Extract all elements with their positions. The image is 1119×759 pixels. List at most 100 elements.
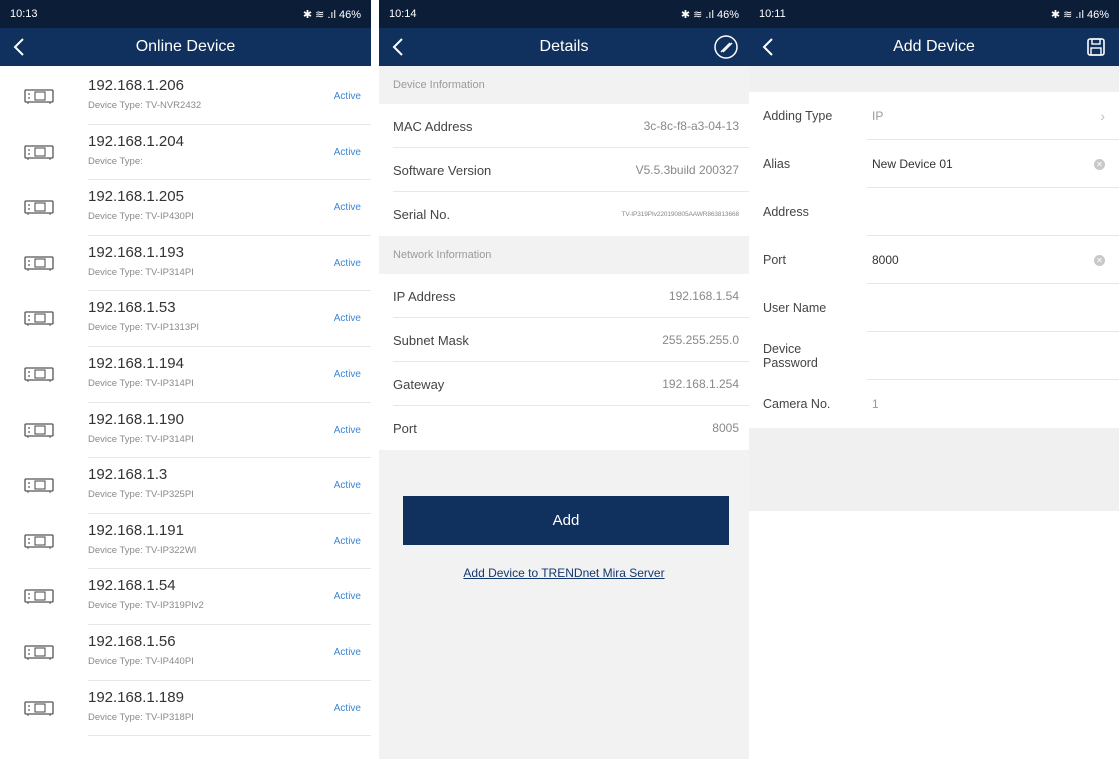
status-bar: 10:13 ✱ ≋ .ıl 46% <box>0 0 371 28</box>
device-list-item[interactable]: 192.168.1.190 Device Type: TV-IP314PI Acti… <box>0 403 371 459</box>
camera-no-row: Camera No. 1 <box>749 380 1119 428</box>
status-indicators: ✱ ≋ .ıl 46% <box>1050 8 1109 21</box>
nav-bar: Details <box>379 28 749 66</box>
page-title: Online Device <box>135 38 236 55</box>
nvr-device-icon <box>24 200 54 216</box>
info-value: 192.168.1.54 <box>668 289 739 303</box>
status-time: 10:14 <box>389 8 417 20</box>
status-badge: Active <box>333 313 361 325</box>
edit-icon[interactable] <box>713 34 739 60</box>
info-value: V5.5.3build 200327 <box>635 163 739 177</box>
info-row: MAC Address 3c-8c-f8-a3-04-13 <box>379 104 749 148</box>
device-list-item[interactable]: 192.168.1.56 Device Type: TV-IP440PI Activ… <box>0 625 371 681</box>
user-name-row: User Name <box>749 284 1119 332</box>
network-info-header: Network Information <box>393 249 492 261</box>
page-title: Details <box>539 38 589 55</box>
back-arrow-icon[interactable] <box>8 34 32 60</box>
status-badge: Active <box>333 202 361 214</box>
info-row: Port 8005 <box>379 406 749 450</box>
device-list-item[interactable]: 192.168.1.194 Device Type: TV-IP314PI Acti… <box>0 347 371 403</box>
device-list-item[interactable]: 192.168.1.206 Device Type: TV-NVR2432 Acti… <box>0 69 371 125</box>
device-type: Device Type: TV-IP322WI <box>88 544 197 556</box>
address-row: Address <box>749 188 1119 236</box>
device-info-list: MAC Address 3c-8c-f8-a3-04-13 Software Ver… <box>379 104 749 236</box>
adding-type-label: Adding Type <box>763 109 833 123</box>
device-ip: 192.168.1.206 <box>88 77 184 94</box>
status-badge: Active <box>333 146 361 158</box>
nvr-device-icon <box>24 367 54 382</box>
port-input[interactable]: 8000 <box>872 253 899 267</box>
nvr-device-icon <box>24 89 54 104</box>
device-list: 192.168.1.206 Device Type: TV-NVR2432 Acti… <box>0 66 371 737</box>
back-arrow-icon[interactable] <box>757 34 781 60</box>
info-row: IP Address 192.168.1.54 <box>379 274 749 318</box>
info-value: 192.168.1.254 <box>662 377 739 391</box>
info-key: Subnet Mask <box>393 332 469 348</box>
device-ip: 192.168.1.204 <box>88 132 184 150</box>
device-type: Device Type: TV-IP318PI <box>88 711 194 723</box>
add-to-mira-server-link[interactable]: Add Device to TRENDnet Mira Server <box>379 566 749 580</box>
info-row: Software Version V5.5.3build 200327 <box>379 148 749 192</box>
status-badge: Active <box>333 480 361 492</box>
nav-bar: Add Device <box>749 28 1119 66</box>
camera-no-input[interactable]: 1 <box>872 397 879 411</box>
clear-icon[interactable]: ✕ <box>1094 254 1105 266</box>
status-badge: Active <box>333 646 361 658</box>
device-list-item[interactable]: 192.168.1.204 Device Type: Active <box>0 125 371 181</box>
device-type: Device Type: TV-IP314PI <box>88 433 194 445</box>
nvr-device-icon <box>24 645 54 660</box>
device-type: Device Type: <box>88 155 143 167</box>
nvr-device-icon <box>24 144 54 160</box>
info-value: TV-IP319PIv220190805AAWR863813668 <box>621 210 739 218</box>
adding-type-row[interactable]: Adding Type IP › <box>749 92 1119 140</box>
info-row: Serial No. TV-IP319PIv220190805AAWR863813… <box>379 192 749 236</box>
device-list-item[interactable]: 192.168.1.53 Device Type: TV-IP1313PI Acti… <box>0 291 371 347</box>
adding-type-value: IP <box>872 109 884 123</box>
nvr-device-icon <box>24 311 54 327</box>
port-label: Port <box>763 253 786 267</box>
info-key: Gateway <box>393 376 445 392</box>
device-type: Device Type: TV-IP325PI <box>88 489 194 501</box>
camera-no-label: Camera No. <box>763 397 831 411</box>
device-type: Device Type: TV-IP1313PI <box>88 322 200 334</box>
device-info-header: Device Information <box>393 79 485 91</box>
device-list-item[interactable]: 192.168.1.189 Device Type: TV-IP318PI Acti… <box>0 681 371 737</box>
device-list-item[interactable]: 192.168.1.205 Device Type: TV-IP430PI Acti… <box>0 180 371 236</box>
status-bar: 10:14 ✱ ≋ .ıl 46% <box>379 0 749 28</box>
info-key: Port <box>393 420 417 436</box>
network-info-list: IP Address 192.168.1.54 Subnet Mask 255.255… <box>379 274 749 450</box>
device-password-row: Device Password <box>749 332 1119 380</box>
device-list-item[interactable]: 192.168.1.54 Device Type: TV-IP319PIv2 Act… <box>0 569 371 625</box>
nvr-device-icon <box>24 534 54 549</box>
back-arrow-icon[interactable] <box>387 34 411 60</box>
add-device-screen: 10:11 ✱ ≋ .ıl 46% Add Device Adding Type… <box>749 0 1119 759</box>
info-value: 8005 <box>712 421 739 435</box>
port-row: Port 8000 ✕ <box>749 236 1119 284</box>
divider <box>88 735 371 737</box>
save-icon[interactable] <box>1083 34 1109 60</box>
device-list-item[interactable]: 192.168.1.3 Device Type: TV-IP325PI Active <box>0 458 371 514</box>
device-list-item[interactable]: 192.168.1.193 Device Type: TV-IP314PI Acti… <box>0 236 371 292</box>
alias-label: Alias <box>763 157 791 171</box>
device-ip: 192.168.1.56 <box>88 632 176 650</box>
alias-row: Alias New Device 01 ✕ <box>749 140 1119 188</box>
clear-icon[interactable]: ✕ <box>1094 158 1105 170</box>
add-button[interactable]: Add <box>403 496 729 545</box>
device-ip: 192.168.1.190 <box>88 410 184 428</box>
online-device-screen: 10:13 ✱ ≋ .ıl 46% Online Device 192.168.… <box>0 0 371 759</box>
device-list-item[interactable]: 192.168.1.191 Device Type: TV-IP322WI Acti… <box>0 514 371 570</box>
status-time: 10:11 <box>759 8 786 20</box>
info-key: IP Address <box>393 288 456 304</box>
device-password-label: Device Password <box>763 342 818 370</box>
nvr-device-icon <box>24 256 54 271</box>
status-bar: 10:11 ✱ ≋ .ıl 46% <box>749 0 1119 28</box>
alias-input[interactable]: New Device 01 <box>872 157 953 171</box>
status-badge: Active <box>333 424 361 436</box>
device-type: Device Type: TV-NVR2432 <box>88 100 202 111</box>
status-badge: Active <box>333 91 361 102</box>
device-type: Device Type: TV-IP314PI <box>88 377 194 389</box>
info-key: Software Version <box>393 162 492 178</box>
chevron-right-icon: › <box>1100 108 1105 124</box>
nvr-device-icon <box>24 700 54 716</box>
device-type: Device Type: TV-IP440PI <box>88 655 194 667</box>
